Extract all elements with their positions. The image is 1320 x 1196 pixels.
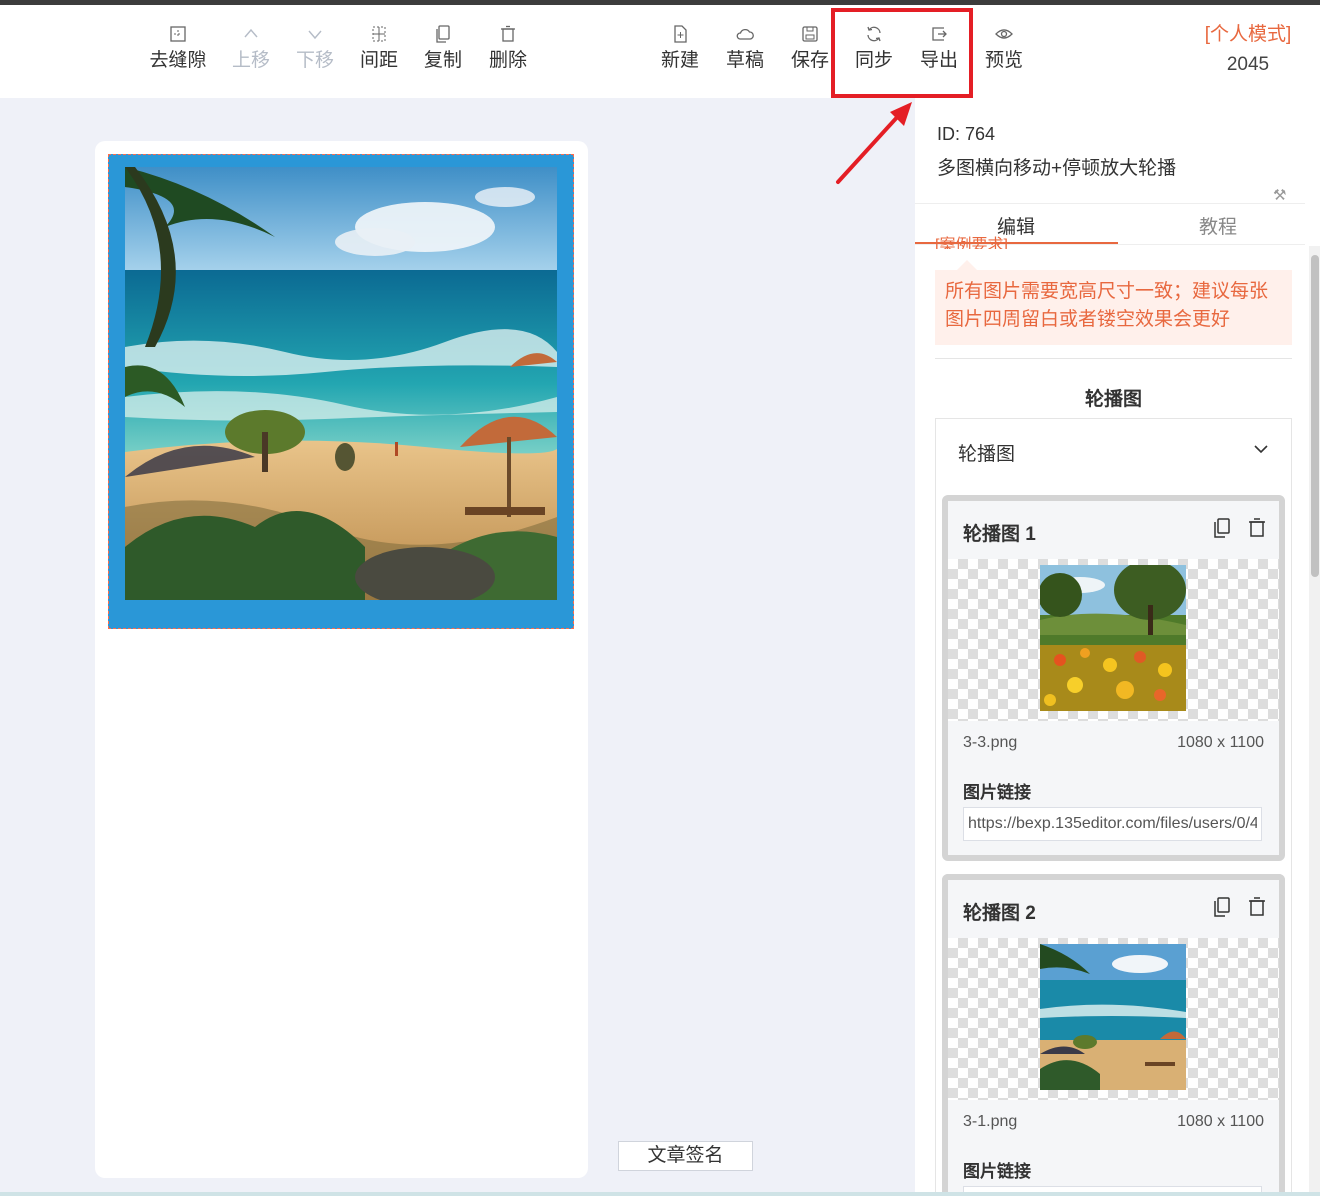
move-up-label: 上移 bbox=[231, 50, 270, 71]
settings-panel: ID: 764 多图横向移动+停顿放大轮播 ⚒ 编辑 教程 [案例要求] 所有图… bbox=[915, 98, 1320, 1196]
copy-icon[interactable] bbox=[1212, 517, 1232, 539]
image-link-label: 图片链接 bbox=[963, 1162, 1031, 1181]
move-down-label: 下移 bbox=[295, 50, 334, 71]
spacing-button[interactable]: 间距 bbox=[347, 19, 411, 73]
image-filename: 3-3.png bbox=[963, 734, 1018, 751]
copy-label: 复制 bbox=[423, 50, 462, 71]
trash-icon[interactable] bbox=[1247, 896, 1267, 918]
chevron-up-icon bbox=[219, 19, 283, 49]
panel-scrollbar-thumb[interactable] bbox=[1311, 255, 1319, 577]
chevron-down-icon bbox=[283, 19, 347, 49]
annotation-arrow-icon bbox=[836, 102, 912, 184]
beach-image bbox=[125, 167, 557, 600]
notice-pointer bbox=[957, 260, 977, 270]
new-button[interactable]: 新建 bbox=[648, 19, 712, 73]
draft-label: 草稿 bbox=[725, 50, 764, 71]
carousel-collapse-header[interactable]: 轮播图 bbox=[935, 418, 1292, 478]
mode-label[interactable]: [个人模式] bbox=[1202, 23, 1294, 47]
image-dimensions: 1080 x 1100 bbox=[1177, 734, 1264, 751]
collapse-title: 轮播图 bbox=[958, 444, 1016, 465]
carousel-item-title: 轮播图 1 bbox=[963, 524, 1036, 545]
cloud-icon bbox=[713, 19, 777, 49]
move-down-button[interactable]: 下移 bbox=[283, 19, 347, 73]
eye-icon bbox=[972, 19, 1036, 49]
selected-carousel-block[interactable] bbox=[108, 154, 574, 629]
preview-label: 预览 bbox=[984, 50, 1023, 71]
preview-button[interactable]: 预览 bbox=[972, 19, 1036, 73]
image-filename: 3-1.png bbox=[963, 1113, 1018, 1130]
tools-icon[interactable]: ⚒ bbox=[1273, 186, 1286, 204]
mode-indicator: [个人模式] 2045 bbox=[1202, 23, 1294, 77]
gap-icon bbox=[146, 19, 210, 49]
divider bbox=[935, 358, 1292, 359]
carousel-item-1: 轮播图 1 3-3.png 1080 x 1100 图片链接 https://b… bbox=[942, 495, 1285, 861]
copy-button[interactable]: 复制 bbox=[411, 19, 475, 73]
article-signature-button[interactable]: 文章签名 bbox=[618, 1141, 753, 1171]
bottom-border bbox=[0, 1192, 1320, 1196]
delete-button[interactable]: 删除 bbox=[476, 19, 540, 73]
new-label: 新建 bbox=[660, 50, 699, 71]
tab-tutorial[interactable]: 教程 bbox=[1199, 212, 1237, 239]
move-up-button[interactable]: 上移 bbox=[219, 19, 283, 73]
image-link-label: 图片链接 bbox=[963, 783, 1031, 802]
image-thumbnail[interactable] bbox=[948, 559, 1279, 721]
template-title: 多图横向移动+停顿放大轮播 bbox=[937, 158, 1177, 179]
remove-gap-button[interactable]: 去缝隙 bbox=[146, 19, 210, 73]
trash-icon[interactable] bbox=[1247, 517, 1267, 539]
beach-thumbnail-image bbox=[1040, 944, 1186, 1090]
carousel-item-title: 轮播图 2 bbox=[963, 903, 1036, 924]
image-thumbnail[interactable] bbox=[948, 938, 1279, 1100]
sync-export-highlight-box bbox=[831, 8, 973, 98]
requirements-heading: [案例要求] bbox=[935, 237, 1008, 249]
copy-icon[interactable] bbox=[1212, 896, 1232, 918]
new-file-icon bbox=[648, 19, 712, 49]
image-dimensions: 1080 x 1100 bbox=[1177, 1113, 1264, 1130]
flower-field-image bbox=[1040, 565, 1186, 711]
copy-icon bbox=[411, 19, 475, 49]
spacing-icon bbox=[347, 19, 411, 49]
image-link-input[interactable] bbox=[963, 807, 1262, 841]
carousel-item-2: 轮播图 2 3-1.png 1080 x 1100 图片链接 bbox=[942, 874, 1285, 1196]
trash-icon bbox=[476, 19, 540, 49]
remove-gap-label: 去缝隙 bbox=[149, 50, 207, 71]
template-id: ID: 764 bbox=[937, 124, 996, 144]
chevron-down-icon bbox=[1254, 445, 1268, 454]
spacing-label: 间距 bbox=[359, 50, 398, 71]
image-size-notice: 所有图片需要宽高尺寸一致；建议每张图片四周留白或者镂空效果会更好 bbox=[935, 270, 1292, 345]
section-title: 轮播图 bbox=[1084, 389, 1142, 410]
delete-label: 删除 bbox=[488, 50, 527, 71]
draft-button[interactable]: 草稿 bbox=[713, 19, 777, 73]
toolbar: 去缝隙 上移 下移 间距 复制 删除 新建 草稿 保存 同步 导出 预览 [个人… bbox=[0, 5, 1320, 98]
mode-number: 2045 bbox=[1226, 54, 1270, 75]
